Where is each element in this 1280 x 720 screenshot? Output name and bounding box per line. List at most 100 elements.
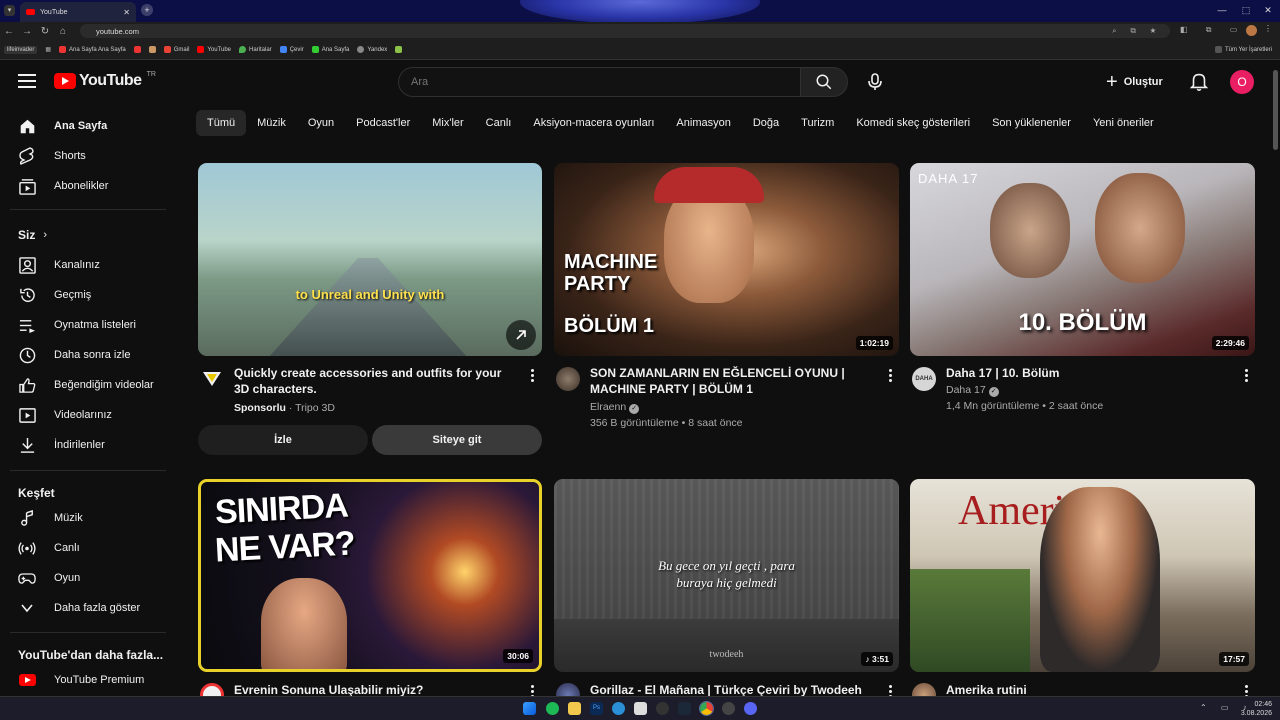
bookmark-item[interactable]: Yandex (357, 46, 387, 53)
back-icon[interactable]: ← (0, 26, 18, 37)
more-options-icon[interactable] (1240, 367, 1252, 383)
bookmark-item[interactable]: Gmail (163, 46, 189, 53)
steam-icon[interactable] (678, 702, 691, 715)
video-thumbnail[interactable]: SINIRDA NE VAR? 30:06 (198, 479, 542, 672)
ad-thumbnail[interactable]: to Unreal and Unity with (198, 163, 542, 356)
sidebar-item-shorts[interactable]: Shorts (18, 141, 86, 171)
bookmark-lead[interactable]: lifeinvader (4, 45, 38, 54)
channel-name[interactable]: Daha 17 ✓ (946, 382, 999, 398)
bookmark-item[interactable] (133, 46, 141, 53)
bookmark-item[interactable]: Haritalar (239, 46, 272, 53)
profile-icon[interactable] (1246, 25, 1257, 36)
search-input[interactable] (398, 67, 801, 97)
chip-all[interactable]: Tümü (196, 110, 247, 136)
chip[interactable]: Oyun (297, 110, 345, 136)
chip[interactable]: Aksiyon-macera oyunları (522, 110, 665, 136)
sidebar-item-your-channel[interactable]: Kanalınız (18, 250, 100, 280)
video-thumbnail[interactable]: America 17:57 (910, 479, 1255, 672)
video-title[interactable]: Daha 17 | 10. Bölüm (946, 365, 1226, 381)
voice-search-button[interactable] (864, 70, 886, 94)
sidebar-item-watch-later[interactable]: Daha sonra izle (18, 340, 130, 370)
video-title[interactable]: SON ZAMANLARIN EN EĞLENCELİ OYUNU | MACH… (590, 365, 870, 397)
chip[interactable]: Son yüklenenler (981, 110, 1082, 136)
external-link-icon[interactable] (506, 320, 536, 350)
sidebar-item-subscriptions[interactable]: Abonelikler (18, 171, 108, 201)
sidebar-item-your-videos[interactable]: Videolarınız (18, 400, 112, 430)
minimize-button[interactable]: — (1210, 0, 1234, 20)
home-browser-icon[interactable]: ⌂ (54, 26, 72, 37)
bookmark-item[interactable]: YouTube (197, 46, 231, 53)
reload-icon[interactable]: ↻ (36, 26, 54, 37)
bookmark-item[interactable]: Ana Sayfa Ana Sayfa (59, 46, 126, 53)
windows-start-icon[interactable] (523, 702, 536, 715)
bookmark-item[interactable] (148, 46, 156, 53)
bookmark-item[interactable]: Çevir (279, 46, 304, 53)
chip[interactable]: Mix'ler (421, 110, 474, 136)
scrollbar-thumb[interactable] (1273, 70, 1278, 150)
bookmark-item[interactable]: Ana Sayfa (311, 46, 349, 53)
sidebar-item-liked-videos[interactable]: Beğendiğim videolar (18, 370, 154, 400)
clock[interactable]: 02:46 3.08.2026 (1236, 700, 1272, 718)
chip[interactable]: Doğa (742, 110, 790, 136)
sidebar-item-show-more[interactable]: Daha fazla göster (18, 593, 140, 623)
chip[interactable]: Turizm (790, 110, 845, 136)
more-options-icon[interactable] (526, 367, 538, 383)
more-options-icon[interactable] (884, 367, 896, 383)
all-bookmarks[interactable]: Tüm Yer İşaretleri (1214, 46, 1272, 53)
spotify-icon[interactable] (546, 702, 559, 715)
store-icon[interactable] (634, 702, 647, 715)
video-title[interactable]: Quickly create accessories and outfits f… (234, 365, 514, 397)
page-scrollbar[interactable] (1272, 60, 1280, 696)
close-window-button[interactable]: ✕ (1256, 0, 1280, 20)
browser-tab-youtube[interactable]: YouTube ✕ (20, 2, 136, 22)
channel-name[interactable]: Tripo 3D (295, 402, 335, 414)
video-thumbnail[interactable]: MACHINE PARTY BÖLÜM 1 1:02:19 (554, 163, 899, 356)
chip[interactable]: Podcast'ler (345, 110, 421, 136)
github-icon[interactable] (656, 702, 669, 715)
chip[interactable]: Canlı (475, 110, 523, 136)
chip[interactable]: Müzik (246, 110, 297, 136)
create-button[interactable]: + Oluştur (1106, 70, 1163, 94)
forward-icon[interactable]: → (18, 26, 36, 37)
url-field[interactable]: youtube.com ⌕ ⧉ ★ (80, 24, 1170, 38)
sidebar-item-live[interactable]: Canlı (18, 533, 80, 563)
channel-avatar[interactable]: DAHA (912, 367, 936, 391)
sidebar-item-playlists[interactable]: Oynatma listeleri (18, 310, 136, 340)
url-actions-icons[interactable]: ⌕ ⧉ ★ (1112, 26, 1162, 36)
youtube-logo[interactable]: YouTube TR (54, 71, 156, 90)
extensions-icons[interactable]: ◧ ⧉ ▭ (1180, 25, 1245, 35)
tab-search-icon[interactable]: ▾ (4, 5, 15, 16)
sidebar-item-history[interactable]: Geçmiş (18, 280, 91, 310)
sidebar-item-downloads[interactable]: İndirilenler (18, 430, 105, 460)
chrome-icon[interactable] (699, 701, 714, 716)
browser-menu-icon[interactable]: ⋮ (1264, 24, 1272, 33)
sidebar-item-home[interactable]: Ana Sayfa (18, 111, 107, 141)
edge-icon[interactable] (612, 702, 625, 715)
menu-icon[interactable] (18, 74, 36, 88)
close-tab-icon[interactable]: ✕ (123, 8, 130, 17)
visit-site-button[interactable]: Siteye git (372, 425, 542, 455)
discord-icon[interactable] (744, 702, 757, 715)
sidebar-item-youtube-premium[interactable]: YouTube Premium (18, 665, 144, 695)
new-tab-button[interactable]: + (141, 4, 153, 16)
maximize-button[interactable]: ⬚ (1234, 0, 1258, 20)
search-button[interactable] (800, 67, 848, 97)
watch-button[interactable]: İzle (198, 425, 368, 455)
bookmark-item[interactable] (395, 46, 403, 53)
chip[interactable]: Animasyon (665, 110, 741, 136)
file-explorer-icon[interactable] (568, 702, 581, 715)
sidebar-item-gaming[interactable]: Oyun (18, 563, 80, 593)
video-thumbnail[interactable]: DAHA 17 10. BÖLÜM 2:29:46 (910, 163, 1255, 356)
chip[interactable]: Komedi skeç gösterileri (845, 110, 981, 136)
apps-icon[interactable]: ▦ (45, 46, 51, 53)
settings-icon[interactable] (722, 702, 735, 715)
tripo-logo-icon[interactable] (200, 367, 224, 391)
channel-avatar[interactable] (556, 367, 580, 391)
avatar[interactable]: O (1230, 70, 1254, 94)
video-thumbnail[interactable]: Bu gece on yıl geçti , para buraya hiç g… (554, 479, 899, 672)
notifications-button[interactable] (1188, 70, 1210, 94)
channel-name[interactable]: Elraenn ✓ (590, 399, 640, 415)
sidebar-item-music[interactable]: Müzik (18, 503, 83, 533)
chip[interactable]: Yeni öneriler (1082, 110, 1165, 136)
photoshop-icon[interactable]: Ps (590, 702, 603, 715)
